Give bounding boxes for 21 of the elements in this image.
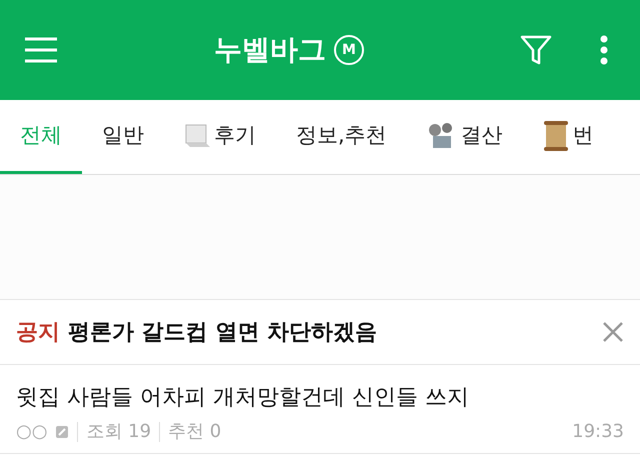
scroll-icon	[542, 120, 569, 150]
paper-icon	[184, 122, 210, 148]
category-tab[interactable]: 일반	[82, 100, 164, 174]
board-title: 누벨바그	[214, 32, 326, 68]
category-tab[interactable]: 번	[522, 100, 614, 174]
post-time: 19:33	[572, 420, 624, 444]
close-icon[interactable]	[602, 321, 624, 343]
category-tab[interactable]: 결산	[406, 100, 523, 174]
filter-icon[interactable]	[520, 35, 552, 65]
author-name: ○○	[16, 420, 48, 444]
notice-tag: 공지	[16, 316, 60, 348]
like-count: 추천 0	[168, 420, 222, 444]
manager-badge: M	[334, 35, 364, 65]
notice-title[interactable]: 평론가 갈드컵 열면 차단하겠음	[68, 316, 594, 348]
menu-icon[interactable]	[24, 37, 58, 63]
more-icon[interactable]	[600, 35, 608, 65]
level-icon	[55, 424, 70, 438]
category-tab[interactable]: 후기	[164, 100, 276, 174]
category-tab[interactable]: 정보,추천	[276, 100, 407, 174]
post-title[interactable]: 윗집 사람들 어차피 개처망할건데 신인들 쓰지	[16, 381, 624, 414]
view-count: 조회 19	[86, 420, 152, 444]
